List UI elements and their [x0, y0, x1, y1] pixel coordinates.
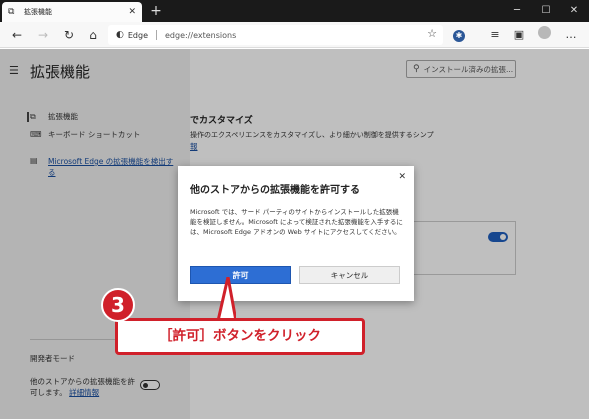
address-divider: [156, 30, 157, 40]
refresh-button[interactable]: ↻: [60, 26, 78, 44]
navigation-bar: ← → ↻ ⌂ ◐ Edge edge://extensions ☆ ✱ ≡ ▣…: [0, 22, 589, 48]
cancel-button[interactable]: キャンセル: [299, 266, 400, 284]
title-bar: ⧉ 拡張機能 ✕ + ─ ☐ ✕: [0, 0, 589, 22]
close-window-button[interactable]: ✕: [559, 0, 589, 22]
dialog-title: 他のストアからの拡張機能を許可する: [190, 185, 360, 196]
forward-button[interactable]: →: [34, 26, 52, 44]
favorites-icon[interactable]: ≡: [486, 26, 504, 44]
callout-pointer: [216, 277, 236, 321]
more-options-icon[interactable]: …: [562, 26, 580, 44]
tab-close-icon[interactable]: ✕: [128, 7, 136, 17]
extensions-icon: ⧉: [8, 7, 15, 17]
extensions-page: ☰ 拡張機能 ⚲ インストール済みの拡張... ⧉ 拡張機能 ⌨ キーボード シ…: [0, 49, 589, 419]
edge-icon: ◐: [116, 30, 124, 40]
extension-toolbar-icon[interactable]: ✱: [450, 26, 468, 44]
new-tab-button[interactable]: +: [148, 3, 164, 19]
profile-avatar[interactable]: [535, 26, 553, 44]
collections-icon[interactable]: ▣: [510, 26, 528, 44]
address-bar[interactable]: ◐ Edge edge://extensions ☆: [108, 25, 443, 45]
back-button[interactable]: ←: [8, 26, 26, 44]
site-label: Edge: [127, 30, 148, 40]
annotation-text: ［許可］ボタンをクリック: [159, 328, 321, 344]
maximize-button[interactable]: ☐: [531, 0, 561, 22]
favorite-star-icon[interactable]: ☆: [427, 27, 437, 40]
dialog-body: Microsoft では、サード パーティのサイトからインストールした拡張機能を…: [190, 208, 403, 236]
close-icon[interactable]: ✕: [398, 172, 406, 182]
step-number-badge: 3: [101, 288, 135, 322]
url-text: edge://extensions: [165, 30, 237, 40]
tab-title: 拡張機能: [24, 8, 52, 16]
annotation-callout: ［許可］ボタンをクリック: [115, 318, 365, 355]
allow-button[interactable]: 許可: [190, 266, 291, 284]
home-button[interactable]: ⌂: [84, 26, 102, 44]
minimize-button[interactable]: ─: [502, 0, 532, 22]
browser-tab[interactable]: ⧉ 拡張機能 ✕: [2, 2, 142, 22]
